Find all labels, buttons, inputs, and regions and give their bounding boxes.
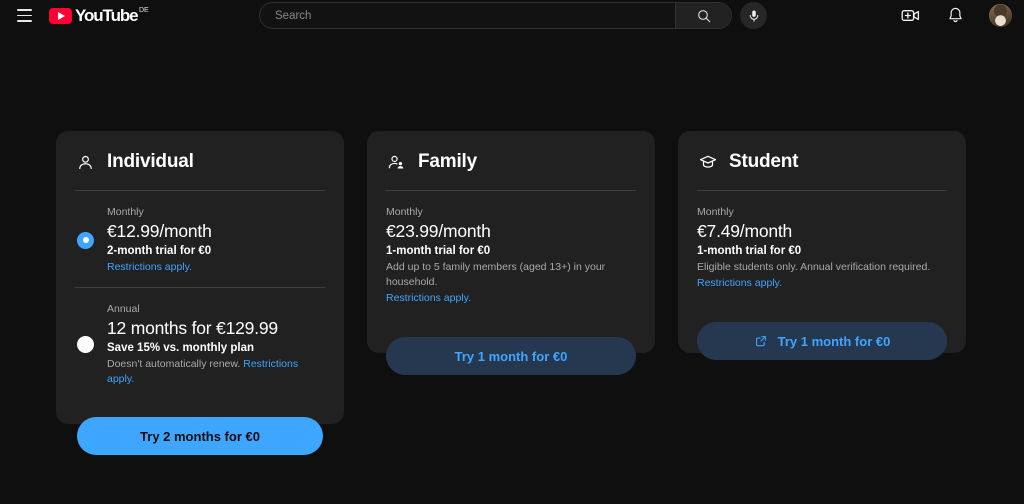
try-individual-button[interactable]: Try 2 months for €0 bbox=[77, 417, 323, 455]
option-period: Monthly bbox=[697, 206, 734, 218]
radio-annual[interactable] bbox=[77, 336, 94, 353]
option-subtitle: 1-month trial for €0 bbox=[697, 245, 802, 257]
logo-country-code: DE bbox=[139, 7, 149, 14]
cta-wrapper-individual: Try 2 months for €0 bbox=[73, 399, 327, 455]
youtube-play-icon bbox=[49, 8, 72, 24]
plan-cards-container: Individual Monthly €12.99/month 2-month … bbox=[56, 131, 966, 455]
option-period: Monthly bbox=[107, 206, 144, 218]
youtube-wordmark: YouTube bbox=[75, 6, 139, 25]
youtube-logo[interactable]: YouTube DE bbox=[49, 7, 149, 24]
plan-option-monthly[interactable]: Monthly €12.99/month 2-month trial for €… bbox=[73, 191, 327, 287]
try-family-button[interactable]: Try 1 month for €0 bbox=[386, 337, 636, 375]
search-button[interactable] bbox=[675, 3, 731, 28]
plan-header-student: Student bbox=[695, 148, 949, 176]
radio-monthly[interactable] bbox=[77, 231, 94, 249]
option-note: Eligible students only. Annual verificat… bbox=[697, 261, 931, 273]
search-box[interactable] bbox=[259, 2, 732, 29]
option-price: €12.99/month bbox=[107, 221, 212, 241]
restrictions-link[interactable]: Restrictions apply. bbox=[386, 291, 471, 306]
plan-card-student[interactable]: Student Monthly €7.49/month 1-month tria… bbox=[678, 131, 966, 360]
cta-label: Try 2 months for €0 bbox=[140, 428, 260, 444]
plan-card-individual[interactable]: Individual Monthly €12.99/month 2-month … bbox=[56, 131, 344, 455]
cta-wrapper-family: Try 1 month for €0 bbox=[384, 318, 638, 375]
graduation-cap-icon bbox=[697, 152, 718, 173]
cta-wrapper-student: Try 1 month for €0 bbox=[695, 303, 949, 360]
plan-title-family: Family bbox=[418, 151, 477, 172]
people-group-icon bbox=[386, 152, 407, 173]
search-area bbox=[259, 2, 767, 29]
restrictions-link[interactable]: Restrictions apply. bbox=[107, 260, 192, 275]
option-note-text: Doesn't automatically renew. bbox=[107, 358, 241, 370]
plan-title-student: Student bbox=[729, 151, 799, 172]
microphone-icon bbox=[749, 9, 758, 22]
plan-header-family: Family bbox=[384, 148, 638, 176]
create-video-icon bbox=[901, 10, 919, 21]
option-price: €23.99/month bbox=[386, 221, 491, 241]
voice-search-button[interactable] bbox=[740, 2, 767, 29]
cta-label: Try 1 month for €0 bbox=[454, 348, 568, 364]
option-price: €7.49/month bbox=[697, 221, 793, 241]
avatar[interactable] bbox=[989, 4, 1012, 27]
masthead-right bbox=[899, 0, 1012, 31]
search-icon bbox=[697, 9, 710, 22]
plan-option-monthly-body: Monthly €7.49/month 1-month trial for €0… bbox=[697, 205, 949, 291]
plan-option-monthly: Monthly €7.49/month 1-month trial for €0… bbox=[695, 191, 949, 303]
plan-option-monthly: Monthly €23.99/month 1-month trial for €… bbox=[384, 191, 638, 318]
option-period: Annual bbox=[107, 303, 140, 315]
option-note: Doesn't automatically renew. Restriction… bbox=[107, 357, 327, 387]
plan-option-monthly-body: Monthly €23.99/month 1-month trial for €… bbox=[386, 205, 638, 306]
option-subtitle: 2-month trial for €0 bbox=[107, 245, 212, 257]
open-in-new-icon bbox=[755, 336, 766, 347]
plan-header-individual: Individual bbox=[73, 148, 327, 176]
search-input[interactable] bbox=[260, 3, 675, 28]
hamburger-menu-icon[interactable] bbox=[11, 3, 37, 29]
option-period: Monthly bbox=[386, 206, 423, 218]
avatar-image bbox=[989, 4, 1012, 27]
plan-option-annual[interactable]: Annual 12 months for €129.99 Save 15% vs… bbox=[73, 288, 327, 399]
masthead-left: YouTube DE bbox=[0, 3, 149, 29]
notifications-button[interactable] bbox=[944, 5, 966, 27]
option-subtitle: Save 15% vs. monthly plan bbox=[107, 342, 255, 354]
option-subtitle: 1-month trial for €0 bbox=[386, 245, 491, 257]
plan-option-annual-body: Annual 12 months for €129.99 Save 15% vs… bbox=[107, 302, 327, 387]
bell-icon bbox=[948, 7, 962, 23]
plan-option-monthly-body: Monthly €12.99/month 2-month trial for €… bbox=[107, 205, 327, 275]
person-icon bbox=[75, 152, 96, 173]
restrictions-link[interactable]: Restrictions apply. bbox=[697, 276, 782, 291]
create-button[interactable] bbox=[899, 5, 921, 27]
masthead: YouTube DE bbox=[0, 0, 1024, 31]
option-note: Add up to 5 family members (aged 13+) in… bbox=[386, 261, 606, 288]
plan-card-family[interactable]: Family Monthly €23.99/month 1-month tria… bbox=[367, 131, 655, 375]
cta-label: Try 1 month for €0 bbox=[777, 333, 891, 349]
option-price: 12 months for €129.99 bbox=[107, 318, 278, 338]
try-student-button[interactable]: Try 1 month for €0 bbox=[697, 322, 947, 360]
plan-title-individual: Individual bbox=[107, 151, 194, 172]
